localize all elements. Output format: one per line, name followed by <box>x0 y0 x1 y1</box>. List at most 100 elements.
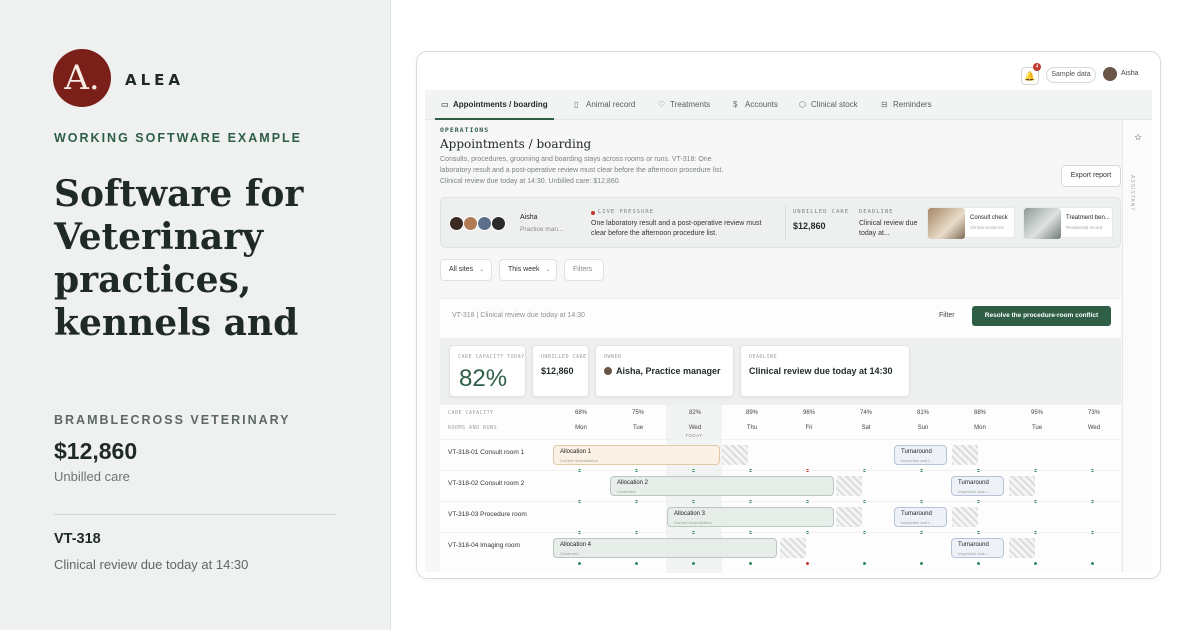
consult-photo <box>928 208 965 239</box>
card-title: Consult check <box>970 215 1008 221</box>
room-label: VT-318-04 Imaging room <box>448 542 520 549</box>
treatment-photo <box>1024 208 1061 239</box>
turnaround-title: Turnaround <box>901 511 932 517</box>
alert-dot <box>806 562 809 565</box>
practice-name: BRAMBLECROSS VETERINARY <box>54 413 291 427</box>
turnaround-title: Turnaround <box>958 542 989 548</box>
turnaround-block[interactable]: Turnaround Inspection and r... <box>894 507 947 527</box>
allocation-title: Allocation 4 <box>560 542 592 548</box>
avatar <box>491 216 506 231</box>
card-subtitle: Residential record <box>1066 225 1103 230</box>
capacity-cell: 89% <box>745 410 758 416</box>
chevron-down-icon: ⌄ <box>479 267 485 273</box>
rooms-row-label: ROOMS AND RUNS <box>448 425 498 431</box>
row-divider <box>440 470 1121 471</box>
summary-strip: Aisha Practice man... LIVE PRESSURE One … <box>440 197 1121 248</box>
evidence-card[interactable]: Consult check Clinical evidence <box>927 207 1015 239</box>
capacity-cell: 74% <box>859 410 872 416</box>
assistant-label: ASSISTANT <box>1129 175 1135 212</box>
capacity-panel: VT-318 | Clinical review due today at 14… <box>440 298 1121 573</box>
row-divider <box>440 439 1121 440</box>
tab-clinical-stock[interactable]: ⬡ Clinical stock <box>799 90 858 120</box>
tab-accounts[interactable]: $ Accounts <box>733 90 778 120</box>
card-subtitle: Clinical evidence <box>970 225 1004 230</box>
export-report-button[interactable]: Export report <box>1061 165 1121 187</box>
marketing-panel: A. ALEA WORKING SOFTWARE EXAMPLE Softwar… <box>0 0 391 630</box>
deadline-metric: DEADLINE Clinical review due today at 14… <box>740 345 910 397</box>
metrics-band: CARE CAPACITY TODAY 82% UNBILLED CARE $1… <box>440 338 1121 405</box>
capacity-row-label: CARE CAPACITY <box>448 410 494 416</box>
unbilled-value: $12,860 <box>541 366 574 376</box>
live-pressure-kicker: LIVE PRESSURE <box>598 209 655 215</box>
tab-treatments[interactable]: ♡ Treatments <box>658 90 710 120</box>
room-label: VT-318-03 Procedure room <box>448 511 527 518</box>
capacity-value: 82% <box>459 365 508 392</box>
day-label: Sat <box>861 425 871 431</box>
separator <box>785 206 786 240</box>
star-icon[interactable]: ☆ <box>1131 130 1145 144</box>
notification-badge: 4 <box>1033 63 1041 71</box>
assistant-rail: ☆ ASSISTANT <box>1122 120 1152 572</box>
top-bar: 🔔 4 Sample data Aisha <box>417 52 1160 90</box>
blocked-slot <box>836 507 862 527</box>
dollar-icon: $ <box>733 100 738 109</box>
avatar[interactable] <box>1103 67 1117 81</box>
user-name[interactable]: Aisha <box>1121 70 1139 77</box>
allocation-title: Allocation 1 <box>560 449 592 455</box>
allocation-block[interactable]: Allocation 1 Current reconciliation <box>553 445 720 465</box>
status-dot <box>1091 562 1094 565</box>
turnaround-block[interactable]: Turnaround Inspection and r... <box>894 445 947 465</box>
capacity-metric: CARE CAPACITY TODAY 82% <box>449 345 526 397</box>
blocked-slot <box>952 507 978 527</box>
evidence-card[interactable]: Treatment ben... Residential record <box>1023 207 1113 239</box>
turnaround-status: Inspection and r... <box>901 458 933 463</box>
tab-reminders[interactable]: ⊟ Reminders <box>881 90 932 120</box>
status-dot <box>1034 562 1037 565</box>
page-description: Consults, procedures, grooming and board… <box>440 156 724 185</box>
deadline-value: Clinical review due today at 14:30 <box>749 366 893 376</box>
capacity-cell: 81% <box>916 410 929 416</box>
day-label: Sun <box>917 425 929 431</box>
allocation-block[interactable]: Allocation 3 Current reconciliation <box>667 507 834 527</box>
unbilled-kicker: UNBILLED CARE <box>793 209 850 215</box>
owner-role: Practice man... <box>520 226 564 233</box>
capacity-cell: 82% <box>688 410 701 416</box>
sites-select[interactable]: All sites ⌄ <box>440 259 492 281</box>
allocation-title: Allocation 3 <box>674 511 706 517</box>
deadline-text: Clinical review due today at... <box>859 220 918 237</box>
allocation-block[interactable]: Allocation 2 Confirmed <box>610 476 834 496</box>
deadline-kicker: DEADLINE <box>859 209 894 215</box>
avatar <box>449 216 464 231</box>
resolve-conflict-button[interactable]: Resolve the procedure-room conflict <box>972 306 1111 326</box>
owner-value: Aisha, Practice manager <box>616 366 721 376</box>
day-label: Wed <box>688 425 702 431</box>
day-label: Tue <box>632 425 644 431</box>
sample-data-pill[interactable]: Sample data <box>1046 67 1096 83</box>
calendar-icon: ▭ <box>441 100 449 109</box>
blocked-slot <box>952 445 978 465</box>
turnaround-block[interactable]: Turnaround Inspection and r... <box>951 538 1004 558</box>
heart-icon: ♡ <box>658 100 666 109</box>
tab-appointments[interactable]: ▭ Appointments / boarding <box>435 90 554 120</box>
allocation-block[interactable]: Allocation 4 Confirmed <box>553 538 777 558</box>
avatar <box>604 367 612 375</box>
logo: A. <box>53 49 111 107</box>
avatar <box>463 216 478 231</box>
allocation-status: Current reconciliation <box>560 458 598 463</box>
day-label: Mon <box>974 425 986 431</box>
capacity-cell: 95% <box>1030 410 1043 416</box>
status-dot <box>920 562 923 565</box>
turnaround-block[interactable]: Turnaround Inspection and r... <box>951 476 1004 496</box>
filters-button[interactable]: Filters <box>564 259 604 281</box>
live-indicator <box>591 211 595 215</box>
owner-metric: OWNER Aisha, Practice manager <box>595 345 734 397</box>
row-divider <box>440 501 1121 502</box>
tab-animal-record[interactable]: ▯ Animal record <box>574 90 635 120</box>
panel-heading: VT-318 | Clinical review due today at 14… <box>452 312 585 319</box>
period-select[interactable]: This week ⌄ <box>499 259 557 281</box>
section-kicker: OPERATIONS <box>440 126 490 134</box>
unbilled-amount: $12,860 <box>54 438 138 464</box>
box-icon: ⬡ <box>799 100 806 109</box>
turnaround-status: Inspection and r... <box>958 489 990 494</box>
filter-link[interactable]: Filter <box>939 312 955 319</box>
